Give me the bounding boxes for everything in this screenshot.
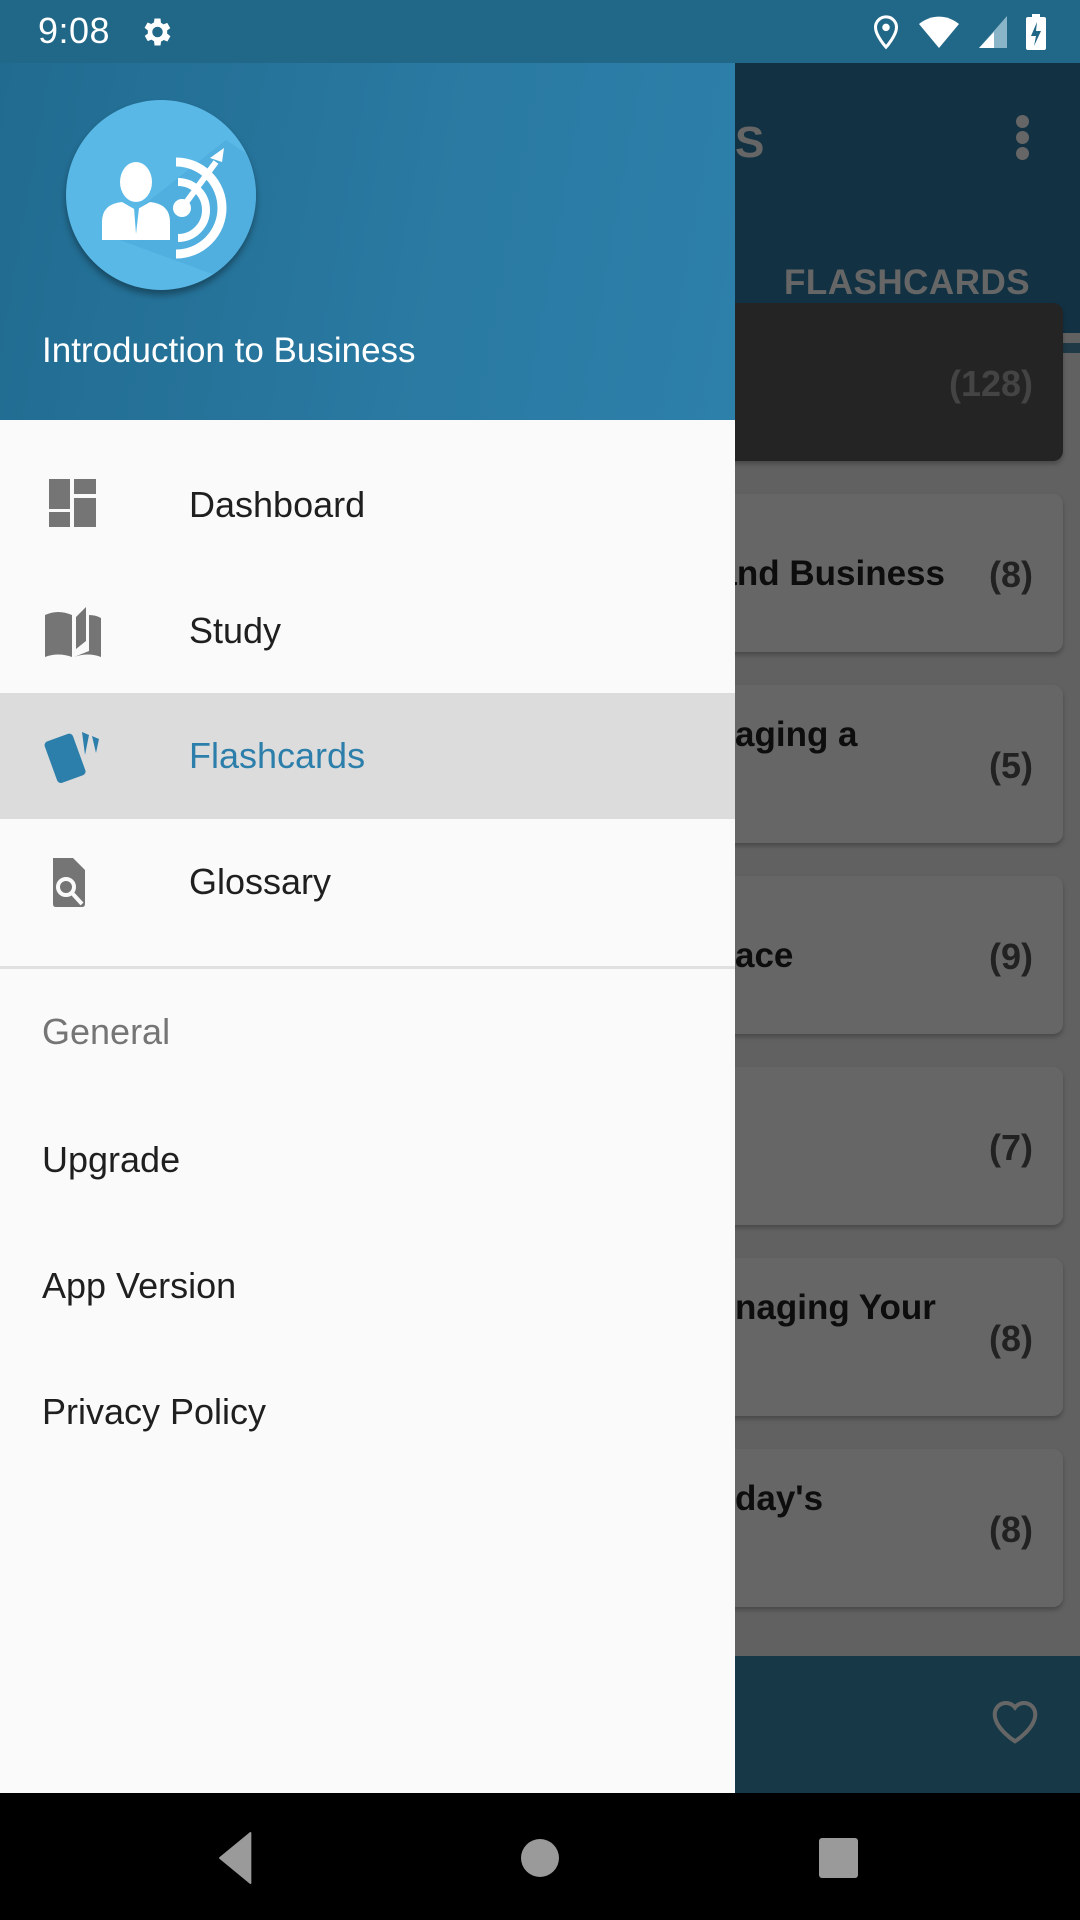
wifi-icon [919, 16, 959, 48]
drawer-header: Introduction to Business [0, 63, 735, 420]
drawer-divider [0, 966, 735, 969]
dashboard-icon [49, 479, 96, 527]
section-header-general: General [42, 1011, 171, 1052]
businessman-target-icon [66, 100, 256, 290]
menu-item-upgrade[interactable]: Upgrade [0, 1099, 735, 1219]
menu-item-app-version[interactable]: App Version [0, 1225, 735, 1345]
battery-charging-icon [1026, 14, 1046, 50]
cell-signal-icon [979, 16, 1007, 48]
nav-label: Flashcards [189, 735, 366, 776]
menu-label: Privacy Policy [42, 1391, 267, 1432]
system-navigation-bar [0, 1793, 1080, 1920]
nav-item-dashboard[interactable]: Dashboard [0, 442, 735, 568]
home-icon[interactable] [505, 1823, 575, 1893]
recents-icon[interactable] [803, 1823, 873, 1893]
gear-icon [144, 18, 171, 46]
menu-label: Upgrade [42, 1139, 181, 1180]
nav-label: Dashboard [189, 484, 366, 525]
menu-item-privacy-policy[interactable]: Privacy Policy [0, 1351, 735, 1471]
nav-item-study[interactable]: Study [0, 568, 735, 694]
menu-label: App Version [42, 1265, 237, 1306]
nav-item-glossary[interactable]: Glossary [0, 819, 735, 945]
nav-label: Glossary [189, 861, 332, 902]
document-search-icon [53, 858, 85, 907]
flashcards-icon [44, 732, 99, 784]
status-time: 9:08 [38, 10, 111, 51]
location-icon [873, 15, 899, 50]
book-open-icon [45, 607, 101, 657]
navigation-drawer: Introduction to Business Dashboard Study… [0, 63, 735, 1793]
back-icon[interactable] [205, 1823, 275, 1893]
nav-item-flashcards[interactable]: Flashcards [0, 693, 735, 819]
app-name: Introduction to Business [42, 331, 416, 370]
nav-label: Study [189, 610, 282, 651]
status-bar: 9:08 [0, 0, 1080, 63]
